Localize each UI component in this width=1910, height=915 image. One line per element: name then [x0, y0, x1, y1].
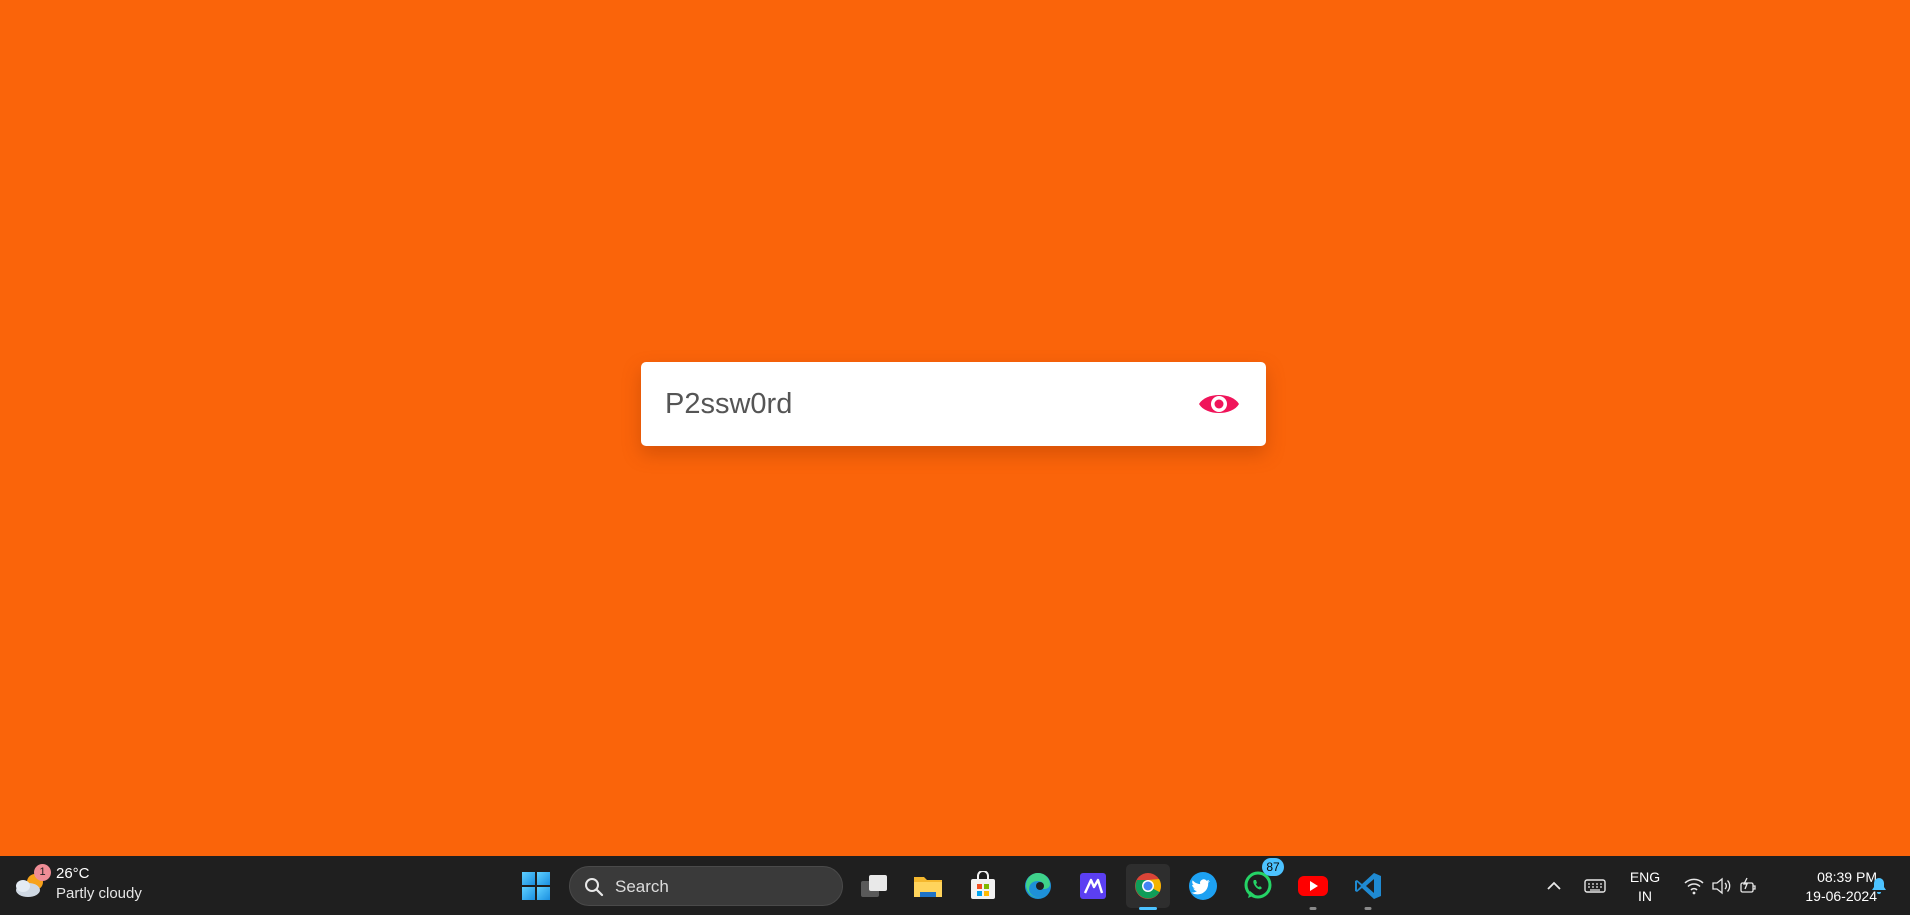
touch-keyboard-button[interactable] [1574, 864, 1616, 908]
clock[interactable]: 08:39 PM 19-06-2024 [1767, 868, 1877, 906]
start-button[interactable] [514, 864, 558, 908]
taskbar-search[interactable]: Search [569, 866, 843, 906]
search-label: Search [615, 877, 669, 896]
notifications-button[interactable] [1864, 864, 1894, 908]
whatsapp-unread-badge: 87 [1262, 858, 1284, 876]
windows-logo-icon [522, 872, 550, 900]
weather-widget[interactable]: 1 26°C Partly cloudy [14, 864, 174, 908]
twitter-icon [1189, 872, 1217, 900]
show-password-toggle[interactable] [1196, 386, 1242, 422]
youtube-button[interactable] [1291, 864, 1335, 910]
vscode-button[interactable] [1346, 864, 1390, 910]
store-icon [971, 871, 995, 899]
desktop-background [0, 0, 1910, 856]
language-code: ENG [1629, 869, 1661, 885]
youtube-icon [1298, 876, 1328, 896]
keyboard-icon [1584, 879, 1606, 893]
show-hidden-icons-button[interactable] [1533, 864, 1575, 908]
microsoft-store-button[interactable] [961, 864, 1005, 908]
taskbar: 1 26°C Partly cloudy Search 87 ENG IN 08… [0, 856, 1910, 915]
weather-condition: Partly cloudy [56, 885, 142, 902]
volume-icon [1712, 877, 1731, 895]
app-icon [1080, 873, 1106, 899]
running-indicator [1364, 907, 1372, 910]
weather-badge: 1 [34, 864, 51, 881]
region-code: IN [1638, 888, 1652, 904]
whatsapp-button[interactable]: 87 [1236, 858, 1284, 908]
clock-date: 19-06-2024 [1805, 888, 1877, 904]
bell-icon [1872, 878, 1886, 894]
task-view-button[interactable] [852, 864, 896, 908]
active-indicator [1139, 907, 1157, 910]
weather-temperature: 26°C [56, 865, 90, 882]
file-explorer-button[interactable] [906, 864, 950, 908]
chrome-icon [1135, 873, 1162, 899]
eye-icon [1199, 395, 1239, 413]
battery-charging-icon [1740, 877, 1756, 893]
wifi-icon [1684, 878, 1704, 895]
edge-button[interactable] [1016, 864, 1060, 908]
quick-settings-button[interactable] [1679, 864, 1763, 908]
running-indicator [1309, 907, 1317, 910]
language-indicator[interactable]: ENG IN [1615, 868, 1675, 906]
search-icon [585, 878, 604, 897]
task-view-icon [861, 875, 887, 897]
app-button[interactable] [1071, 864, 1115, 908]
twitter-button[interactable] [1181, 864, 1225, 908]
password-input[interactable] [665, 362, 1185, 446]
password-card [641, 362, 1266, 446]
clock-time: 08:39 PM [1817, 869, 1877, 885]
chevron-up-icon [1547, 881, 1561, 890]
edge-icon [1025, 872, 1051, 899]
folder-icon [914, 877, 942, 897]
vscode-icon [1355, 873, 1381, 899]
chrome-button[interactable] [1126, 864, 1170, 910]
